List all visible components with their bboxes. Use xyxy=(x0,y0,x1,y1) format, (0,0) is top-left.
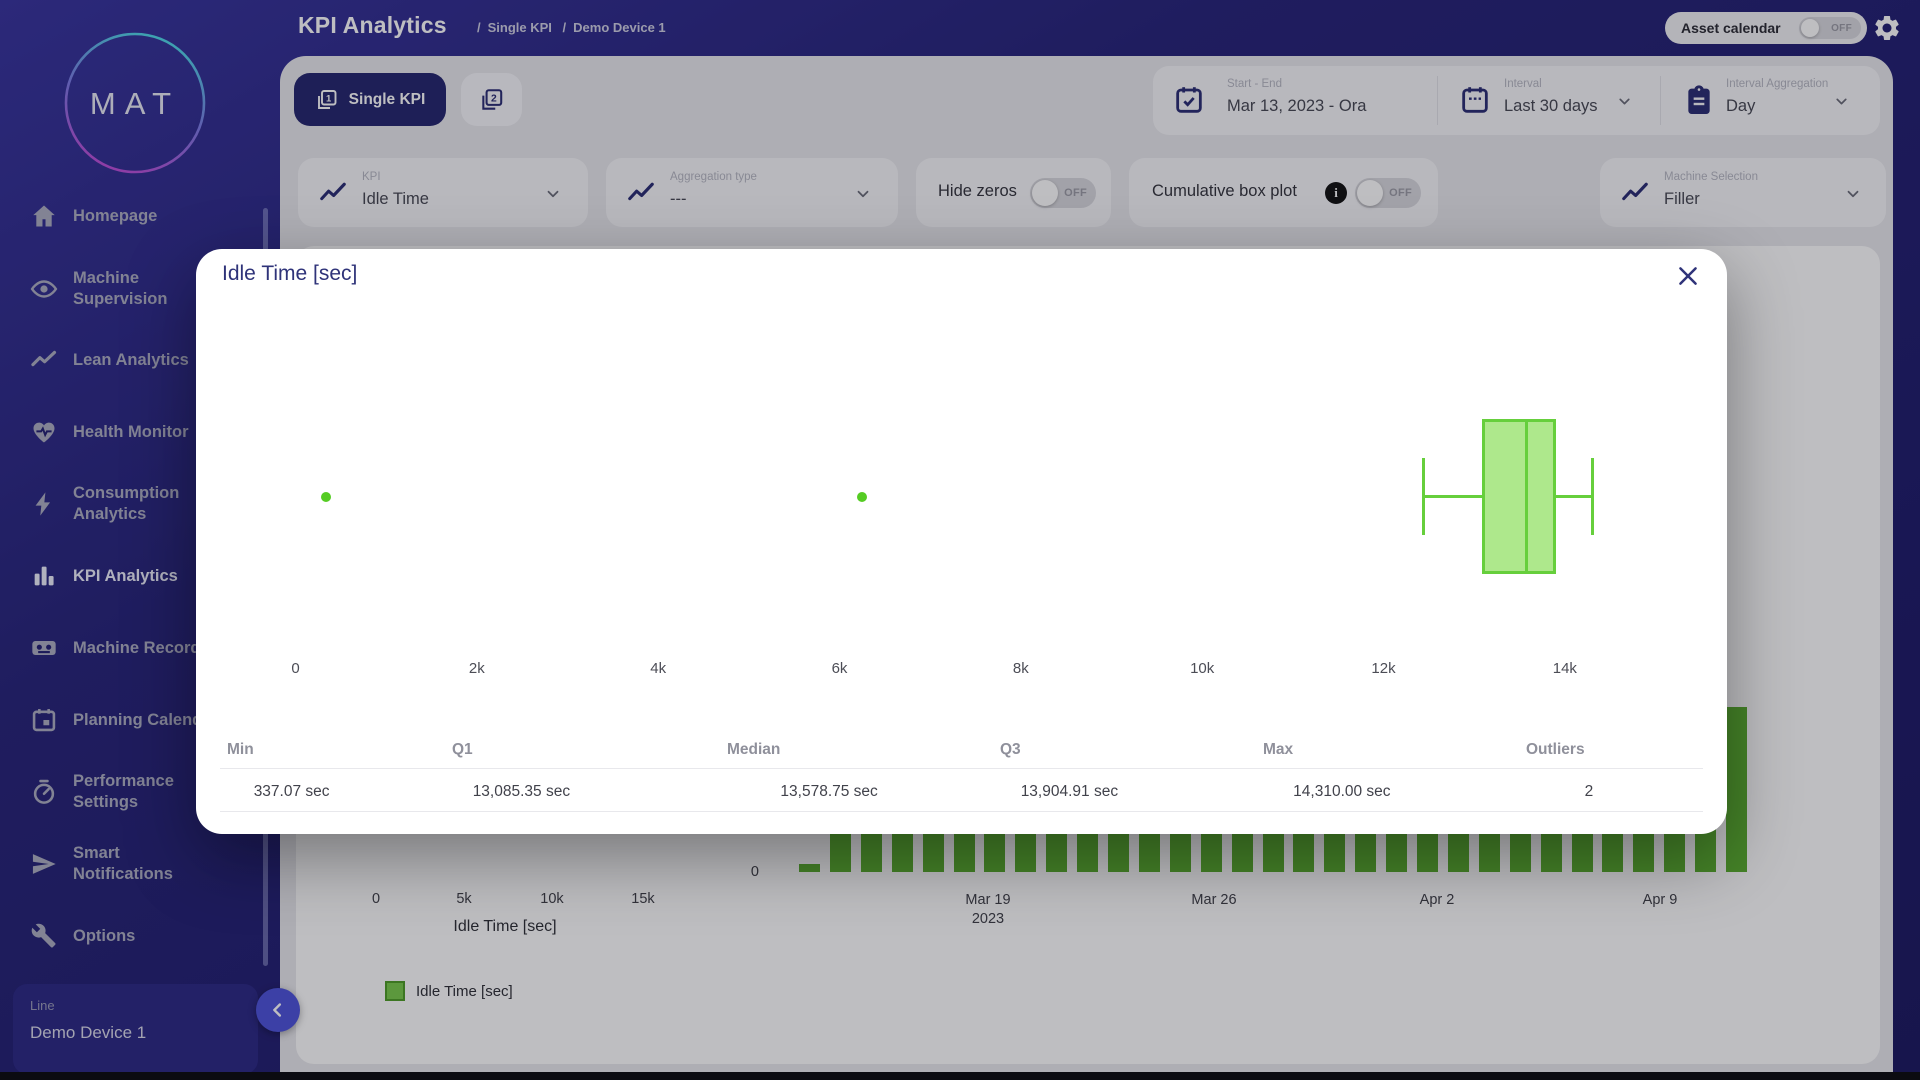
stat-value: 337.07 sec xyxy=(254,783,330,801)
boxplot-x-tick: 12k xyxy=(1371,660,1395,677)
stat-value: 2 xyxy=(1585,783,1594,801)
app-root: MAT Homepage Machine Supervision Lean An… xyxy=(0,0,1920,1080)
boxplot-x-tick: 14k xyxy=(1553,660,1577,677)
stat-header: Q3 xyxy=(1000,741,1021,758)
stat-outliers: Outliers 2 xyxy=(1526,741,1585,759)
stat-median: Median 13,578.75 sec xyxy=(727,741,780,759)
stat-min: Min 337.07 sec xyxy=(227,741,254,759)
stat-header: Max xyxy=(1263,741,1293,758)
boxplot-x-tick: 10k xyxy=(1190,660,1214,677)
boxplot-x-tick: 0 xyxy=(291,660,299,677)
divider xyxy=(220,811,1703,812)
stat-header: Min xyxy=(227,741,254,758)
stat-max: Max 14,310.00 sec xyxy=(1263,741,1293,759)
stat-value: 13,578.75 sec xyxy=(780,783,877,801)
stat-value: 13,904.91 sec xyxy=(1021,783,1118,801)
stat-q3: Q3 13,904.91 sec xyxy=(1000,741,1021,759)
stat-header: Q1 xyxy=(452,741,473,758)
boxplot-x-tick: 2k xyxy=(469,660,485,677)
stat-q1: Q1 13,085.35 sec xyxy=(452,741,473,759)
boxplot-stats-table: Min 337.07 sec Q1 13,085.35 sec Median 1… xyxy=(196,741,1727,827)
boxplot-x-tick: 4k xyxy=(650,660,666,677)
boxplot-modal: Idle Time [sec] 0 2k 4k 6k 8k 10k 12k 14… xyxy=(196,249,1727,834)
stat-header: Outliers xyxy=(1526,741,1585,758)
boxplot-x-tick: 8k xyxy=(1013,660,1029,677)
boxplot-x-tick: 6k xyxy=(832,660,848,677)
stat-header: Median xyxy=(727,741,780,758)
stat-value: 14,310.00 sec xyxy=(1293,783,1390,801)
divider xyxy=(220,768,1703,769)
stat-value: 13,085.35 sec xyxy=(473,783,570,801)
